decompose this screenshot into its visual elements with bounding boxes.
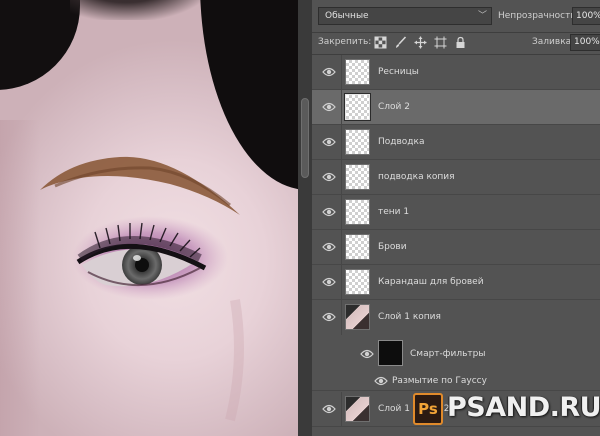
chevron-down-icon: ﹀ xyxy=(477,11,487,21)
blend-mode-value: Обычные xyxy=(325,11,369,21)
eyebrow xyxy=(40,156,240,215)
layer-thumbnail xyxy=(345,304,370,330)
layer-thumbnail xyxy=(345,234,370,260)
move-arrows-icon[interactable] xyxy=(414,36,427,49)
face-illustration xyxy=(40,156,244,422)
scrollbar-thumb[interactable] xyxy=(301,98,309,178)
document-canvas[interactable] xyxy=(0,0,298,436)
layer-thumbnail xyxy=(344,93,371,121)
layer-name: Ресницы xyxy=(378,67,419,77)
layer-name: Слой 1 копия xyxy=(378,312,441,322)
row-separator xyxy=(341,392,342,426)
smart-filters-row[interactable]: Смарт-фильтры xyxy=(312,337,600,371)
blend-opacity-row: Обычные ﹀ Непрозрачность: 100% xyxy=(312,0,600,33)
eye-icon[interactable] xyxy=(322,403,336,415)
smart-filters-label: Смарт-фильтры xyxy=(410,349,486,359)
lock-fill-row: Закрепить: Заливка: 100% xyxy=(312,32,600,55)
row-separator xyxy=(341,230,342,264)
site-watermark: Ps PSAND.RU xyxy=(413,392,600,428)
eye-icon[interactable] xyxy=(322,66,336,78)
layer-thumbnail xyxy=(345,164,370,190)
eye-icon[interactable] xyxy=(322,276,336,288)
lock-label: Закрепить: xyxy=(318,37,372,47)
layer-row-brow-pencil[interactable]: Карандаш для бровей xyxy=(312,265,600,300)
layer-thumbnail xyxy=(345,59,370,85)
blend-mode-select[interactable]: Обычные ﹀ xyxy=(318,7,492,25)
layer-name: тени 1 xyxy=(378,207,410,217)
watermark-text: PSAND.RU xyxy=(447,392,600,423)
eye-icon[interactable] xyxy=(374,375,388,387)
brush-icon[interactable] xyxy=(394,36,407,49)
artboard-icon[interactable] xyxy=(434,36,447,49)
eye-icon[interactable] xyxy=(322,241,336,253)
layer-name: Слой 2 xyxy=(378,102,410,112)
eye-icon[interactable] xyxy=(322,101,336,113)
canvas-scrollbar[interactable] xyxy=(298,0,312,436)
row-separator xyxy=(341,265,342,299)
smart-filter-mask-thumbnail xyxy=(378,340,403,366)
fill-input[interactable]: 100% xyxy=(570,34,600,51)
layer-row-layer-2[interactable]: Слой 2 xyxy=(312,90,600,125)
eye-icon[interactable] xyxy=(322,206,336,218)
opacity-label: Непрозрачность: xyxy=(498,11,579,21)
layer-row-lashes[interactable]: Ресницы xyxy=(312,55,600,90)
checkerboard-lock-icon[interactable] xyxy=(374,36,387,49)
filter-row-gaussian-blur[interactable]: Размытие по Гауссу xyxy=(312,371,600,391)
lock-icon[interactable] xyxy=(454,36,467,49)
eye-icon[interactable] xyxy=(360,348,374,360)
row-separator xyxy=(341,160,342,194)
eye-icon[interactable] xyxy=(322,171,336,183)
photoshop-logo-icon: Ps xyxy=(413,393,443,425)
layer-thumbnail xyxy=(345,269,370,295)
eye-icon[interactable] xyxy=(322,136,336,148)
layers-panel: Обычные ﹀ Непрозрачность: 100% Закрепить… xyxy=(312,0,600,436)
row-separator xyxy=(341,90,342,124)
row-separator xyxy=(341,55,342,89)
row-separator xyxy=(341,195,342,229)
layer-row-eyeliner-copy[interactable]: подводка копия xyxy=(312,160,600,195)
opacity-input[interactable]: 100% xyxy=(572,7,600,25)
fill-label: Заливка: xyxy=(532,37,575,47)
layer-thumbnail xyxy=(345,129,370,155)
layer-row-eyeliner[interactable]: Подводка xyxy=(312,125,600,160)
layer-row-shadows[interactable]: тени 1 xyxy=(312,195,600,230)
filter-name: Размытие по Гауссу xyxy=(392,376,487,386)
layer-name: Подводка xyxy=(378,137,425,147)
layer-row-brows[interactable]: Брови xyxy=(312,230,600,265)
layer-name: Карандаш для бровей xyxy=(378,277,484,287)
layer-thumbnail xyxy=(345,199,370,225)
eye-icon[interactable] xyxy=(322,311,336,323)
layer-row-layer-1-copy[interactable]: Слой 1 копия xyxy=(312,300,600,335)
layer-name: подводка копия xyxy=(378,172,455,182)
row-separator xyxy=(341,300,342,335)
row-separator xyxy=(341,125,342,159)
layer-name: Брови xyxy=(378,242,407,252)
layer-thumbnail xyxy=(345,396,370,422)
